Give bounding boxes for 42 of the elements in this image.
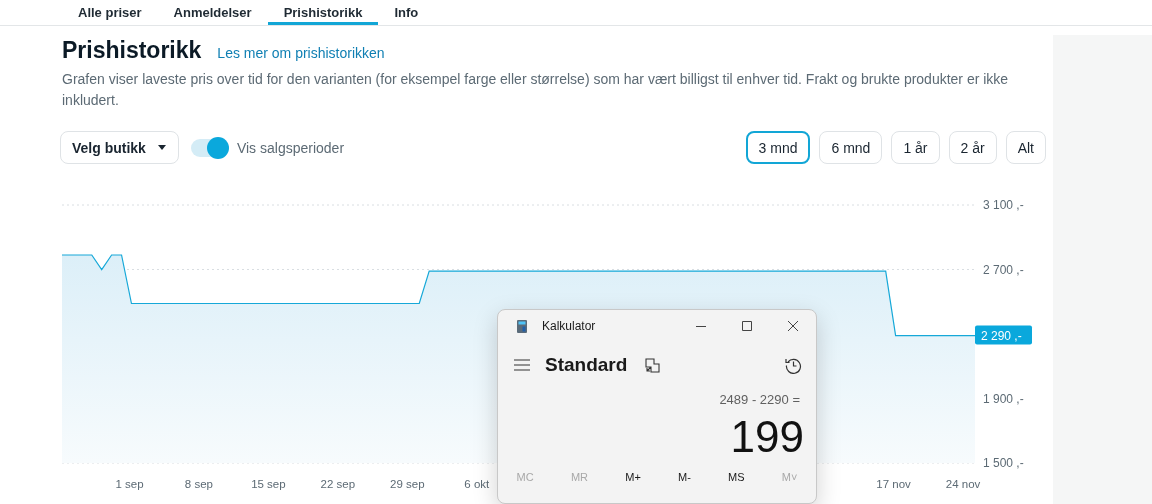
mode-title: Standard — [545, 354, 628, 376]
x-axis-label: 15 sep — [251, 478, 286, 490]
menu-icon[interactable] — [514, 359, 530, 371]
tab[interactable]: Prishistorikk — [267, 0, 379, 25]
caret-icon — [157, 145, 166, 150]
x-axis-label: 17 nov — [876, 478, 911, 490]
toggle-label: Vis salgsperioder — [236, 139, 345, 156]
read-more-link[interactable]: Les mer om prishistorikken — [217, 45, 385, 61]
y-axis-label: 1 500 ,- — [983, 456, 1024, 470]
tab[interactable]: Info — [378, 0, 435, 25]
window-title: Kalkulator — [542, 319, 597, 333]
keep-on-top-icon[interactable] — [645, 357, 661, 373]
x-axis-label: 24 nov — [945, 478, 981, 490]
x-axis-label: 1 sep — [115, 478, 144, 490]
x-axis-label: 8 sep — [184, 478, 213, 490]
y-axis-label: 1 900 ,- — [983, 391, 1024, 406]
range-button[interactable]: 6 mnd — [819, 131, 883, 164]
close-icon[interactable] — [787, 320, 799, 332]
expression-text: 2489 - 2290 = — [718, 392, 801, 407]
range-button[interactable]: 2 år — [948, 131, 997, 164]
x-axis-label: 6 okt — [464, 478, 490, 490]
current-price-badge: 2 290 ,- — [975, 325, 1032, 345]
x-axis-label: 22 sep — [320, 478, 356, 490]
description-text: Grafen viser laveste pris over tid for den varianten (for eksempel farge eller størrelse) som har vært billigst til enhver tid. Frakt og brukte produkter er ikke inkludert. — [62, 70, 1010, 110]
toggle-switch[interactable] — [190, 138, 227, 157]
y-axis-label: 2 700 ,- — [983, 262, 1024, 277]
history-icon[interactable] — [785, 356, 802, 374]
memory-button[interactable]: M- — [674, 470, 695, 484]
memory-button[interactable]: MS — [724, 470, 749, 484]
range-button[interactable]: 1 år — [891, 131, 940, 164]
range-button[interactable]: Alt — [1005, 131, 1046, 164]
range-button[interactable]: 3 mnd — [745, 131, 811, 164]
store-select[interactable]: Velg butikk — [60, 131, 179, 164]
x-axis-label: 29 sep — [390, 478, 425, 490]
section-title: Prishistorikk — [62, 37, 202, 64]
tab[interactable]: Anmeldelser — [157, 0, 268, 25]
calculator-icon — [517, 319, 527, 333]
tab[interactable]: Alle priser — [62, 0, 158, 25]
memory-button[interactable]: M+ — [621, 470, 645, 484]
y-axis-label: 3 100 ,- — [983, 198, 1024, 212]
result-display: 199 — [729, 411, 805, 463]
maximize-icon[interactable] — [741, 320, 753, 332]
